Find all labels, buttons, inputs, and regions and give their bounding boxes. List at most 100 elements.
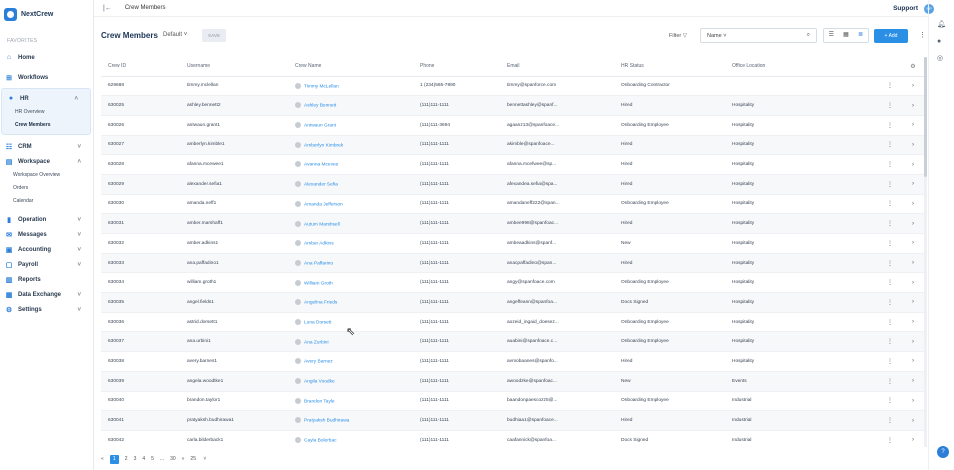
row-more-options-icon[interactable]: ⋮ bbox=[879, 154, 901, 175]
row-more-options-icon[interactable]: ⋮ bbox=[879, 174, 901, 195]
crew-name-text[interactable]: Cayla Bolerbac bbox=[304, 438, 337, 443]
col-header[interactable]: Email bbox=[507, 57, 621, 77]
page-4[interactable]: 4 bbox=[142, 456, 145, 462]
next-page-icon[interactable]: » bbox=[182, 456, 185, 462]
page-3[interactable]: 3 bbox=[134, 456, 137, 462]
row-more-options-icon[interactable]: ⋮ bbox=[879, 135, 901, 156]
crew-name-link[interactable]: Cayla Bolerbac bbox=[295, 430, 420, 448]
row-chevron-right-icon[interactable]: › bbox=[901, 135, 925, 156]
row-chevron-right-icon[interactable]: › bbox=[901, 430, 925, 448]
logo[interactable]: NextCrew bbox=[0, 0, 93, 28]
table-row[interactable]: 630030 amanda.neff1 Amanda Jefferson (111)1… bbox=[101, 194, 925, 215]
table-row[interactable]: 630034 william.groth1 William Groth (111)11… bbox=[101, 272, 925, 294]
row-chevron-right-icon[interactable]: › bbox=[901, 95, 925, 116]
crew-name-link[interactable]: Brandon Tayle bbox=[295, 391, 420, 412]
row-chevron-right-icon[interactable]: › bbox=[901, 371, 925, 392]
row-chevron-right-icon[interactable]: › bbox=[901, 194, 925, 215]
collapse-sidebar-icon[interactable]: |← bbox=[103, 5, 112, 12]
row-chevron-right-icon[interactable]: › bbox=[901, 292, 925, 313]
row-more-options-icon[interactable]: ⋮ bbox=[879, 292, 901, 313]
sidebar-subitem-crew-members[interactable]: Crew Members bbox=[2, 119, 90, 132]
column-settings-icon[interactable]: ⚙ bbox=[901, 57, 925, 77]
row-more-options-icon[interactable]: ⋮ bbox=[879, 391, 901, 412]
row-chevron-right-icon[interactable]: › bbox=[901, 391, 925, 412]
crew-name-link[interactable]: Amber Adkins bbox=[295, 233, 420, 254]
add-button[interactable]: + Add bbox=[874, 29, 908, 43]
sidebar-item-crm[interactable]: ☷ CRM ˅ bbox=[0, 139, 93, 154]
row-chevron-right-icon[interactable]: › bbox=[901, 312, 925, 333]
crew-name-link[interactable]: Avanna Mcevee bbox=[295, 154, 420, 175]
crew-name-text[interactable]: Brandon Tayle bbox=[304, 399, 335, 404]
row-more-options-icon[interactable]: ⋮ bbox=[879, 351, 901, 372]
crew-name-link[interactable]: Antwaun Grant bbox=[295, 115, 420, 136]
table-row[interactable]: 630042 carla.bilderback1 Cayla Bolerbac (11… bbox=[101, 430, 925, 448]
table-row[interactable]: 630028 afanna.mcewee1 Avanna Mcevee (111)11… bbox=[101, 154, 925, 175]
row-more-options-icon[interactable]: ⋮ bbox=[879, 253, 901, 274]
crew-name-text[interactable]: Ana Zurbini bbox=[304, 340, 329, 345]
table-row[interactable]: 630031 amber.marshaff1 Autum Marshsell (111… bbox=[101, 213, 925, 234]
sidebar-subitem-workspace-overview[interactable]: Workspace Overview bbox=[0, 169, 93, 182]
crew-name-link[interactable]: Timmy McLellan bbox=[295, 76, 420, 97]
page-30[interactable]: 30 bbox=[170, 456, 176, 462]
row-chevron-right-icon[interactable]: › bbox=[901, 174, 925, 195]
sidebar-item-data-exchange[interactable]: ▦ Data Exchange ˅ bbox=[0, 287, 93, 302]
row-more-options-icon[interactable]: ⋮ bbox=[879, 76, 901, 97]
table-row[interactable]: 630038 avery.barnes1 Avery Barnez (111)111-… bbox=[101, 351, 925, 372]
row-chevron-right-icon[interactable]: › bbox=[901, 154, 925, 175]
table-row[interactable]: 630025 ashley.bennett2 Ashley Bennett (111)… bbox=[101, 95, 925, 116]
page-1[interactable]: 1 bbox=[109, 454, 119, 464]
prev-page-icon[interactable]: « bbox=[101, 456, 104, 462]
row-chevron-right-icon[interactable]: › bbox=[901, 272, 925, 294]
lightbulb-icon[interactable]: ● bbox=[937, 38, 941, 45]
row-chevron-right-icon[interactable]: › bbox=[901, 76, 925, 97]
crew-name-link[interactable]: Ashley Bennett bbox=[295, 95, 420, 116]
table-row[interactable]: 630032 amber.adkins1 Amber Adkins (111)111-… bbox=[101, 233, 925, 254]
sidebar-item-home[interactable]: ⌂ Home bbox=[0, 50, 93, 65]
sidebar-item-messages[interactable]: ✉ Messages ˅ bbox=[0, 227, 93, 242]
crew-name-text[interactable]: Alexander Sefia bbox=[304, 182, 338, 187]
crew-name-link[interactable]: Autum Marshsell bbox=[295, 213, 420, 234]
crew-name-text[interactable]: Antwaun Grant bbox=[304, 123, 336, 128]
col-header[interactable]: Crew ID bbox=[101, 57, 187, 77]
table-row[interactable]: 630036 astrid.dorsett1 Luna Dorsett (111)11… bbox=[101, 312, 925, 333]
filter-button[interactable]: Filter ▽ bbox=[669, 33, 687, 39]
table-row[interactable]: 630033 ana.paffadino1 Ana Paffarino (111)11… bbox=[101, 253, 925, 274]
table-row[interactable]: 630040 brandon.taylor1 Brandon Tayle (111)1… bbox=[101, 391, 925, 412]
row-more-options-icon[interactable]: ⋮ bbox=[879, 272, 901, 294]
crew-name-text[interactable]: Avery Barnez bbox=[304, 360, 333, 365]
crew-name-link[interactable]: Ana Paffarino bbox=[295, 253, 420, 274]
sidebar-item-accounting[interactable]: ▣ Accounting ˅ bbox=[0, 242, 93, 257]
row-chevron-right-icon[interactable]: › bbox=[901, 410, 925, 431]
crew-name-text[interactable]: Luna Dorsett bbox=[304, 320, 331, 325]
list-view-icon[interactable]: ≣ bbox=[853, 29, 868, 42]
sidebar-subitem-calendar[interactable]: Calendar bbox=[0, 195, 93, 208]
row-chevron-right-icon[interactable]: › bbox=[901, 115, 925, 136]
crew-name-link[interactable]: Angila Voodke bbox=[295, 371, 420, 392]
crew-name-text[interactable]: Pratyaksh Budhirawa bbox=[304, 419, 349, 424]
row-more-options-icon[interactable]: ⋮ bbox=[879, 410, 901, 431]
crew-name-link[interactable]: Angelina Frieds bbox=[295, 292, 420, 313]
sidebar-item-hr[interactable]: ● HR ˄ bbox=[2, 91, 90, 106]
help-chat-icon[interactable]: ? bbox=[937, 446, 949, 458]
crew-name-text[interactable]: Angelina Frieds bbox=[304, 301, 337, 306]
crew-name-link[interactable]: Pratyaksh Budhirawa bbox=[295, 410, 420, 431]
sidebar-item-payroll[interactable]: ▢ Payroll ˅ bbox=[0, 257, 93, 272]
row-chevron-right-icon[interactable]: › bbox=[901, 233, 925, 254]
list-compact-view-icon[interactable]: ☰ bbox=[824, 29, 839, 42]
row-more-options-icon[interactable]: ⋮ bbox=[879, 331, 901, 353]
table-row[interactable]: 630041 pratyaksh.budhirawa1 Pratyaksh Budh… bbox=[101, 410, 925, 431]
support-link[interactable]: Support bbox=[893, 5, 918, 12]
search-input[interactable]: Name ˅ ⌕ bbox=[700, 28, 817, 43]
crew-name-text[interactable]: Ana Paffarino bbox=[304, 261, 333, 266]
crew-name-text[interactable]: Amber Adkins bbox=[304, 241, 334, 246]
page-5[interactable]: 5 bbox=[151, 456, 154, 462]
scroll-thumb[interactable] bbox=[924, 57, 927, 177]
crew-name-text[interactable]: Ashley Bennett bbox=[304, 104, 336, 109]
crew-name-link[interactable]: Amberlyn Kimbrek bbox=[295, 135, 420, 156]
grid-view-icon[interactable]: ▦ bbox=[839, 29, 854, 42]
row-more-options-icon[interactable]: ⋮ bbox=[879, 233, 901, 254]
sidebar-item-workspace[interactable]: ▤ Workspace ˄ bbox=[0, 154, 93, 169]
save-button[interactable]: SAVE bbox=[202, 29, 226, 42]
sidebar-item-workflows[interactable]: ⊞ Workflows bbox=[0, 70, 93, 85]
page-size-select[interactable]: 25 ˅ bbox=[190, 456, 212, 462]
